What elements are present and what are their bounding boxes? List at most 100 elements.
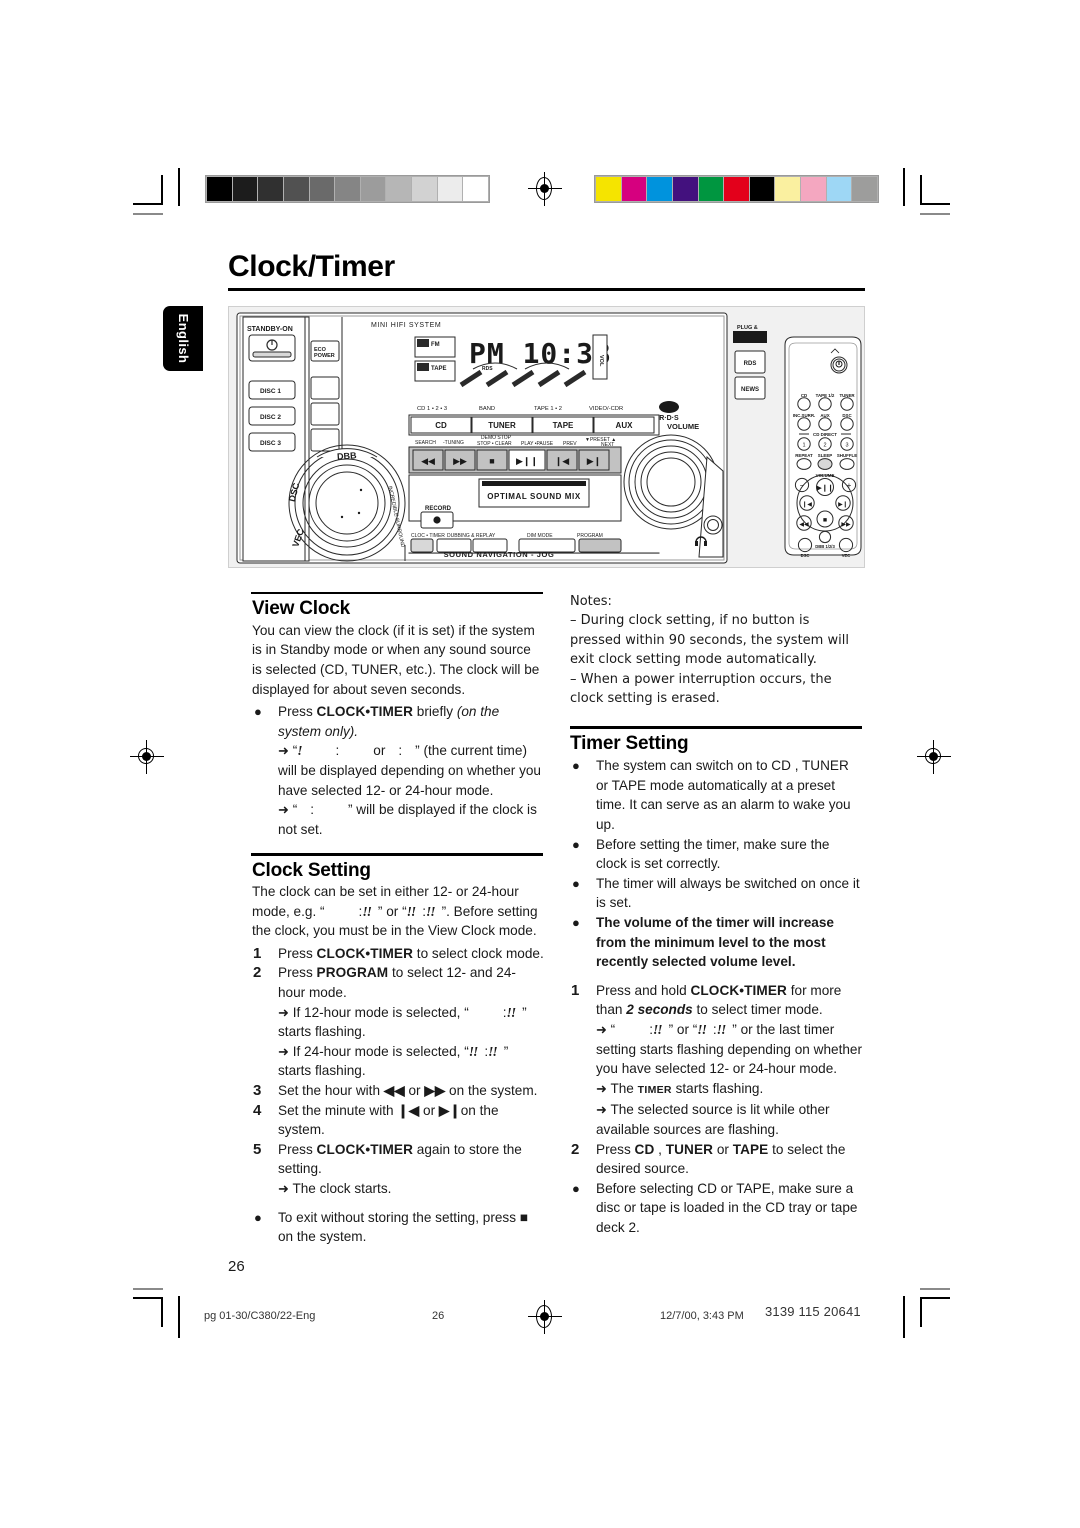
title-divider xyxy=(228,288,865,291)
svg-text:■: ■ xyxy=(823,517,827,524)
crop-mark-top-left-dash xyxy=(133,213,163,216)
svg-text:TAPE: TAPE xyxy=(553,421,574,430)
svg-text:REPEAT: REPEAT xyxy=(795,453,813,458)
svg-text:STOP • CLEAR: STOP • CLEAR xyxy=(477,441,512,447)
source-buttons: CD TUNER TAPE AUX xyxy=(408,414,660,436)
arrow-icon: ➜ xyxy=(278,743,289,759)
t-step1-pre: Press and hold xyxy=(596,982,691,998)
crop-mark-top-left-inner xyxy=(178,168,181,206)
timer-bullet-1: ● The system can switch on to CD , TUNER… xyxy=(570,756,862,834)
language-tab: English xyxy=(163,306,203,371)
color-swatch-8 xyxy=(801,177,826,201)
svg-text:CD: CD xyxy=(801,393,807,398)
gray-swatch-10 xyxy=(463,177,489,201)
notes-heading: Notes: xyxy=(570,594,612,609)
timer-last-bullet-text: Before selecting CD or TAPE, make sure a… xyxy=(596,1180,858,1235)
clock-timer-key: CLOCK•TIMER xyxy=(316,704,414,720)
color-swatch-0 xyxy=(596,177,621,201)
source-sublabel-video: VIDEO/-CDR xyxy=(589,406,623,412)
step-number: 2 xyxy=(253,964,262,982)
disc1-label: DISC 1 xyxy=(260,388,281,395)
crop-mark-bottom-left-inner xyxy=(178,1296,181,1338)
exit-pre: To exit without storing the setting, pre… xyxy=(278,1209,520,1225)
volume-label: VOLUME xyxy=(667,422,699,431)
record-button xyxy=(420,511,454,529)
svg-text:TAPE 1/2: TAPE 1/2 xyxy=(816,393,835,398)
svg-text:TUNER: TUNER xyxy=(839,393,855,398)
color-swatch-2 xyxy=(647,177,672,201)
gray-swatch-3 xyxy=(283,177,309,201)
clock-timer-key: CLOCK•TIMER xyxy=(690,982,787,998)
prev-icon: ❙◀ xyxy=(397,1102,420,1118)
step-number: 5 xyxy=(253,1140,262,1158)
color-swatch-7 xyxy=(775,177,801,201)
step4-pre: Set the minute with xyxy=(278,1102,398,1118)
svg-text:◀◀: ◀◀ xyxy=(421,456,435,466)
brand-caption: MINI HIFI SYSTEM xyxy=(371,322,441,329)
hifi-system-illustration: .ln{fill:none;stroke:#2a2a2a;stroke-widt… xyxy=(228,306,865,568)
clock-setting-rule xyxy=(251,853,543,856)
source-sublabel-tape: TAPE 1 • 2 xyxy=(534,406,562,412)
t-step1-post: to select timer mode. xyxy=(692,1002,823,1018)
view-clock-bullet: ● Press CLOCK•TIMER briefly (on the syst… xyxy=(252,702,544,839)
footer-filename: pg 01-30/C380/22-Eng xyxy=(204,1310,316,1322)
timer-bullet-bold: ● The volume of the timer will increase … xyxy=(570,913,862,972)
color-swatch-6 xyxy=(749,177,775,201)
clock-step-5: 5 Press CLOCK•TIMER again to store the s… xyxy=(252,1140,544,1199)
t-step2-sep2: or xyxy=(713,1141,733,1157)
crop-mark-top-left xyxy=(133,175,163,205)
svg-text:▶▶: ▶▶ xyxy=(453,456,467,466)
right-text-column: Notes: – During clock setting, if no but… xyxy=(570,592,862,1237)
svg-text:CD: CD xyxy=(664,405,674,412)
step1-post: to select clock mode. xyxy=(413,945,544,961)
svg-text:1: 1 xyxy=(802,443,805,449)
svg-text:AUX: AUX xyxy=(616,421,634,430)
notes-block: Notes: – During clock setting, if no but… xyxy=(570,592,862,708)
clock-timer-key: CLOCK•TIMER xyxy=(316,1141,414,1157)
svg-text:▶❙❙: ▶❙❙ xyxy=(516,456,538,467)
timer-indicator-label: TIMER xyxy=(637,1083,672,1096)
press-label: Press xyxy=(278,704,317,720)
source-sublabel-cd: CD 1 • 2 • 3 xyxy=(417,406,447,412)
timer-setting-heading: Timer Setting xyxy=(570,732,689,754)
transport-buttons: ◀◀ ▶▶ ■ ▶❙❙ ❙◀ ▶❙ xyxy=(408,446,622,474)
clock-step-2: 2 Press PROGRAM to select 12- and 24- ho… xyxy=(253,964,527,1079)
crop-mark-bottom-right-dash xyxy=(920,1288,950,1291)
dubbing-sublabel: DUBBING & REPLAY xyxy=(447,533,496,539)
crop-mark-top-right xyxy=(920,175,950,205)
color-calibration-bar xyxy=(594,175,879,203)
language-tab-label: English xyxy=(176,313,191,364)
gray-swatch-1 xyxy=(232,177,258,201)
jog-label: SOUND NAVIGATION - JOG xyxy=(444,550,555,559)
remote-control: CD TAPE 1/2 TUNER INC.SURR. AUX DSC CD D… xyxy=(784,336,862,558)
gray-swatch-8 xyxy=(412,177,437,201)
timer-step-2: 2 Press CD , TUNER or TAPE to select the… xyxy=(570,1140,862,1179)
t-step2-pre: Press xyxy=(596,1141,635,1157)
step-number: 1 xyxy=(571,981,580,999)
left-text-column: View Clock You can view the clock (if it… xyxy=(251,592,544,1247)
gray-swatch-6 xyxy=(360,177,386,201)
gray-swatch-9 xyxy=(437,177,463,201)
view-clock-heading: View Clock xyxy=(252,598,350,620)
crop-mark-bottom-right xyxy=(920,1297,950,1327)
arrow-icon: ➜ xyxy=(596,1021,607,1037)
page-number: 26 xyxy=(228,1258,245,1275)
transport-sublabel-search: SEARCH xyxy=(415,440,436,446)
step3-pre: Set the hour with xyxy=(278,1083,384,1099)
bullet-marker: ● xyxy=(572,914,580,930)
t-step1-arrow3: The selected source is lit while other a… xyxy=(596,1102,830,1137)
rewind-icon: ◀◀ xyxy=(383,1083,405,1099)
svg-text:TUNER: TUNER xyxy=(488,421,516,430)
svg-text:DBB 1/2/3: DBB 1/2/3 xyxy=(815,544,835,549)
standby-label: STANDBY-ON xyxy=(247,326,293,333)
bullet-marker: ● xyxy=(254,1209,262,1225)
view-clock-rule xyxy=(251,592,543,595)
svg-text:AUX: AUX xyxy=(820,413,829,418)
note-item-2: – When a power interruption occurs, the … xyxy=(570,671,832,707)
svg-text:DSC: DSC xyxy=(801,553,810,558)
gray-swatch-5 xyxy=(335,177,360,201)
clock-step-1: 1 Press CLOCK•TIMER to select clock mode… xyxy=(252,944,544,964)
view-clock-bullet-text: Press CLOCK•TIMER briefly (on the system… xyxy=(278,704,541,837)
svg-text:INC.SURR.: INC.SURR. xyxy=(793,413,815,418)
arrow2-post: ” will be displayed if the clock is not … xyxy=(278,802,537,837)
